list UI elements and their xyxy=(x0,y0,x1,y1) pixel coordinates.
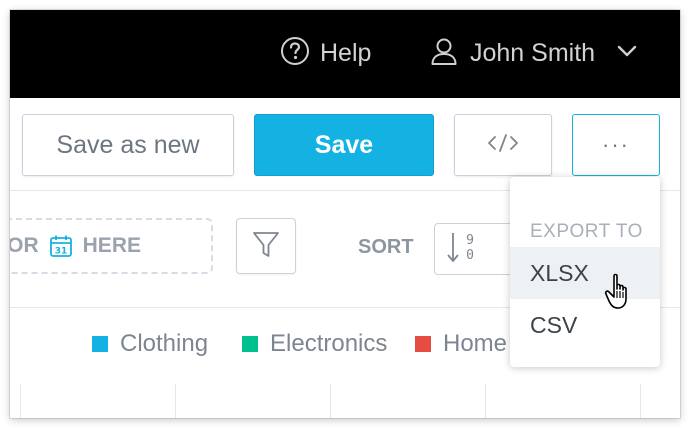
hand-pointer-cursor-icon xyxy=(604,272,638,317)
gridline xyxy=(20,384,21,418)
legend-label: Home xyxy=(443,330,508,357)
calendar-icon: 31 xyxy=(49,234,73,258)
export-csv-label: CSV xyxy=(530,311,578,338)
top-navigation-bar: Help John Smith xyxy=(10,10,680,98)
funnel-icon xyxy=(252,229,280,264)
gridline xyxy=(640,384,641,418)
gridline xyxy=(330,384,331,418)
code-icon xyxy=(486,133,520,158)
user-icon xyxy=(430,36,458,71)
chevron-down-icon[interactable] xyxy=(617,44,637,62)
user-menu[interactable]: John Smith xyxy=(430,38,637,68)
legend-label: Electronics xyxy=(270,330,388,357)
export-menu-header: EXPORT TO xyxy=(530,221,643,242)
dropzone-here-label: HERE xyxy=(82,234,141,257)
save-button[interactable]: Save xyxy=(254,114,434,176)
legend-item-clothing[interactable]: Clothing xyxy=(92,330,208,358)
save-as-new-button[interactable]: Save as new xyxy=(22,114,234,176)
chart-gridlines xyxy=(10,384,680,418)
sort-digit-top: 9 xyxy=(466,233,474,248)
legend-swatch xyxy=(415,336,431,352)
date-filter-dropzone[interactable]: OR 31 HERE xyxy=(10,218,213,274)
sort-dropdown[interactable]: 9 0 xyxy=(434,223,516,275)
embed-code-button[interactable] xyxy=(454,114,552,176)
legend-swatch xyxy=(92,336,108,352)
legend-swatch xyxy=(242,336,258,352)
export-xlsx-label: XLSX xyxy=(530,259,589,286)
filter-button[interactable] xyxy=(236,218,296,274)
gridline xyxy=(175,384,176,418)
calendar-day: 31 xyxy=(54,247,67,257)
save-as-new-label: Save as new xyxy=(56,130,200,159)
more-options-label: ··· xyxy=(602,132,630,157)
sort-label: SORT xyxy=(358,236,414,258)
sort-numeric-icon: 9 0 xyxy=(445,229,485,270)
help-link[interactable]: Help xyxy=(280,36,372,71)
dropzone-or-label: OR xyxy=(10,234,39,257)
save-label: Save xyxy=(314,130,374,159)
help-label: Help xyxy=(320,38,372,67)
sort-digit-bottom: 0 xyxy=(466,248,474,263)
user-name: John Smith xyxy=(470,38,596,67)
gridline xyxy=(485,384,486,418)
question-circle-icon xyxy=(280,36,310,71)
legend-item-electronics[interactable]: Electronics xyxy=(242,330,387,358)
legend-item-home[interactable]: Home xyxy=(415,330,507,358)
legend-label: Clothing xyxy=(120,330,209,357)
app-window: Help John Smith Save as new Save ··· OR … xyxy=(10,10,680,418)
more-options-button[interactable]: ··· xyxy=(572,114,660,176)
